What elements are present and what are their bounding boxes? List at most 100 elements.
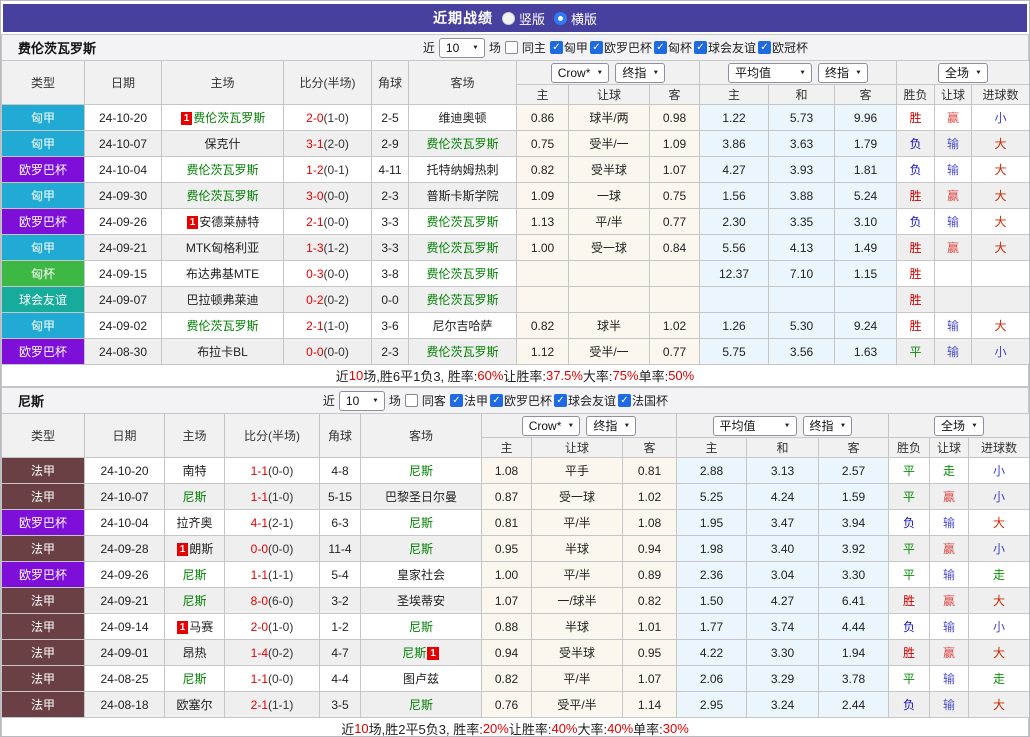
team-section-header: 费伦茨瓦罗斯 近 10 ▼ 场 同主 ✓ 匈甲 ✓ 欧罗巴杯 ✓ 匈杯 ✓ 球会友谊 ✓ 欧冠杯 xyxy=(1,34,1029,60)
checkbox-checked-icon[interactable]: ✓ xyxy=(589,41,603,54)
away-team-link[interactable]: 尼斯 xyxy=(409,516,433,530)
odds-source-select[interactable]: Crow* ▼ xyxy=(521,415,581,436)
same-venue-checkbox[interactable] xyxy=(504,41,518,54)
layout-option-vertical[interactable]: 竖版 xyxy=(501,9,545,28)
checkbox-checked-icon[interactable]: ✓ xyxy=(693,41,707,54)
league-filter-item: ✓ 法甲 xyxy=(449,392,488,409)
odds-handicap-cell: 平/半 xyxy=(531,561,623,588)
away-team-link[interactable]: 尼斯 xyxy=(409,464,433,478)
checkbox-checked-icon[interactable]: ✓ xyxy=(553,394,567,407)
home-team-link[interactable]: 费伦茨瓦罗斯 xyxy=(186,189,258,203)
summary-segment: 50% xyxy=(668,368,695,383)
home-team-link[interactable]: 尼斯 xyxy=(182,490,206,504)
avg-away-cell: 3.92 xyxy=(818,535,890,562)
final-odds-select[interactable]: 终指 ▼ xyxy=(586,415,637,436)
home-team-link[interactable]: 费伦茨瓦罗斯 xyxy=(186,319,258,333)
away-team-link[interactable]: 托特纳姆热刺 xyxy=(426,163,498,177)
league-cell: 匈甲 xyxy=(1,130,85,157)
home-team-link[interactable]: 朗斯 xyxy=(189,542,213,556)
final-odds-select-2[interactable]: 终指 ▼ xyxy=(818,62,868,83)
odds-handicap-cell: 平/半 xyxy=(568,208,650,235)
home-team-link[interactable]: MTK匈格利亚 xyxy=(186,241,259,255)
summary-segment: 10 xyxy=(354,721,369,736)
league-cell: 法甲 xyxy=(1,587,85,614)
halftime-score: (0-0) xyxy=(323,344,349,359)
away-team-link[interactable]: 尼斯 xyxy=(409,620,433,634)
away-team-link[interactable]: 皇家社会 xyxy=(397,568,445,582)
layout-option-horizontal[interactable]: 横版 xyxy=(554,9,597,28)
odds-away-cell: 1.07 xyxy=(621,665,678,692)
scope-select[interactable]: 全场 ▼ xyxy=(934,415,984,436)
recent-count-select[interactable]: 10 ▼ xyxy=(338,390,385,411)
recent-results-page: 近期战绩 竖版 横版 费伦茨瓦罗斯 近 10 ▼ 场 同主 ✓ 匈甲 ✓ 欧罗巴杯 ✓ 匈杯… xyxy=(0,0,1030,737)
checkbox-checked-icon[interactable]: ✓ xyxy=(653,41,667,54)
chevron-down-icon: ▼ xyxy=(567,422,575,429)
away-team-link[interactable]: 尼尔吉哈萨 xyxy=(432,319,492,333)
avg-draw-cell: 4.24 xyxy=(746,483,820,510)
odds-handicap-cell: 受半/一 xyxy=(568,338,650,365)
home-team-link[interactable]: 南特 xyxy=(182,464,206,478)
home-team-link[interactable]: 布达弗基MTE xyxy=(186,267,259,281)
league-cell: 欧罗巴杯 xyxy=(1,208,85,235)
away-team-link[interactable]: 巴黎圣日尔曼 xyxy=(385,490,457,504)
average-select[interactable]: 平均值 ▼ xyxy=(712,415,797,436)
away-team-link[interactable]: 费伦茨瓦罗斯 xyxy=(426,137,498,151)
result-wl-cell: 负 xyxy=(888,691,931,718)
summary-segment: 近 xyxy=(341,722,355,737)
avg-draw-cell: 3.04 xyxy=(746,561,820,588)
chevron-down-icon: ▼ xyxy=(596,69,604,76)
away-team-link[interactable]: 尼斯 xyxy=(409,698,433,712)
home-team-link[interactable]: 布拉卡BL xyxy=(197,345,248,359)
home-team-link[interactable]: 尼斯 xyxy=(182,672,206,686)
final-odds-select[interactable]: 终指 ▼ xyxy=(615,62,666,83)
away-team-link[interactable]: 费伦茨瓦罗斯 xyxy=(426,345,498,359)
home-team-link[interactable]: 安德莱赫特 xyxy=(199,215,259,229)
away-team-link[interactable]: 图卢兹 xyxy=(403,672,439,686)
fulltime-score: 2-1 xyxy=(250,697,268,712)
average-select[interactable]: 平均值 ▼ xyxy=(728,62,813,83)
away-team-link[interactable]: 普斯卡斯学院 xyxy=(426,189,498,203)
away-team-link[interactable]: 尼斯 xyxy=(409,542,433,556)
radio-checked-icon[interactable] xyxy=(554,11,567,25)
odds-handicap-cell xyxy=(568,260,650,287)
halftime-score: (6-0) xyxy=(268,593,294,608)
checkbox-checked-icon[interactable]: ✓ xyxy=(489,394,503,407)
same-venue-checkbox[interactable] xyxy=(404,394,418,407)
away-team-link[interactable]: 费伦茨瓦罗斯 xyxy=(426,267,498,281)
away-team-link[interactable]: 维迪奥顿 xyxy=(438,111,486,125)
home-team-link[interactable]: 欧塞尔 xyxy=(176,698,212,712)
col-header-avg-home: 主 xyxy=(699,84,770,105)
home-team-link[interactable]: 费伦茨瓦罗斯 xyxy=(186,163,258,177)
checkbox-checked-icon[interactable]: ✓ xyxy=(757,41,771,54)
home-team-link[interactable]: 拉齐奥 xyxy=(176,516,212,530)
home-team-link[interactable]: 马赛 xyxy=(189,620,213,634)
home-team-link[interactable]: 巴拉顿弗莱迪 xyxy=(186,293,258,307)
away-team-link[interactable]: 费伦茨瓦罗斯 xyxy=(426,293,498,307)
result-goals-cell: 小 xyxy=(968,613,1029,640)
corners-cell: 3-6 xyxy=(371,312,409,339)
team-name: 尼斯 xyxy=(18,394,45,409)
final-odds-select-2[interactable]: 终指 ▼ xyxy=(802,415,853,436)
away-team-cell: 费伦茨瓦罗斯 xyxy=(408,208,517,235)
recent-count-select[interactable]: 10 ▼ xyxy=(438,37,485,58)
scope-select[interactable]: 全场 ▼ xyxy=(938,62,988,83)
home-team-link[interactable]: 尼斯 xyxy=(182,568,206,582)
avg-draw-cell: 3.88 xyxy=(768,182,836,209)
away-team-link[interactable]: 费伦茨瓦罗斯 xyxy=(426,241,498,255)
away-team-link[interactable]: 费伦茨瓦罗斯 xyxy=(426,215,498,229)
checkbox-checked-icon[interactable]: ✓ xyxy=(617,394,631,407)
radio-unchecked-icon[interactable] xyxy=(501,11,515,25)
home-team-link[interactable]: 费伦茨瓦罗斯 xyxy=(193,111,265,125)
away-team-link[interactable]: 尼斯 xyxy=(402,646,426,660)
avg-home-cell: 3.86 xyxy=(699,130,770,157)
checkbox-checked-icon[interactable]: ✓ xyxy=(449,394,463,407)
home-team-link[interactable]: 尼斯 xyxy=(182,594,206,608)
away-team-link[interactable]: 圣埃蒂安 xyxy=(397,594,445,608)
same-venue-label: 同客 xyxy=(421,394,446,408)
summary-segment: 场,胜2平5负3, 胜率: xyxy=(368,722,483,737)
checkbox-checked-icon[interactable]: ✓ xyxy=(549,41,563,54)
odds-source-select[interactable]: Crow* ▼ xyxy=(550,62,610,83)
col-header-odds-home: 主 xyxy=(481,437,532,458)
home-team-link[interactable]: 昂热 xyxy=(182,646,206,660)
home-team-link[interactable]: 保克什 xyxy=(204,137,240,151)
